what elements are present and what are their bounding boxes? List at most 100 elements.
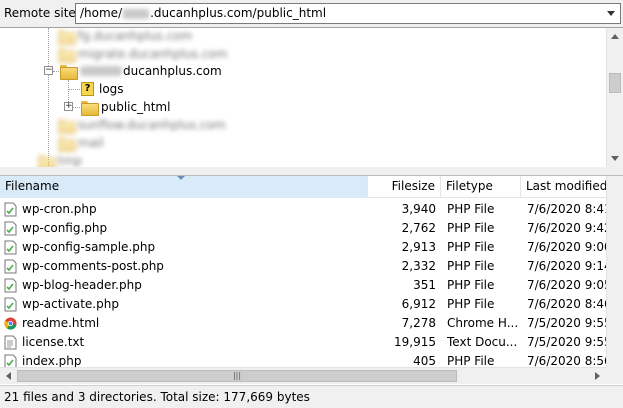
file-list-horizontal-scrollbar[interactable]: |||: [0, 367, 606, 384]
tree-item-label: logs: [99, 82, 124, 96]
pane-splitter[interactable]: [0, 167, 623, 176]
tree-vertical-scrollbar[interactable]: [606, 28, 623, 167]
folder-icon: [81, 100, 99, 116]
scrollbar-thumb[interactable]: [609, 73, 621, 93]
chevron-down-icon[interactable]: [604, 6, 618, 21]
text-file-icon: [4, 335, 17, 350]
file-name: license.txt: [22, 335, 85, 349]
tree-guide-line: [53, 71, 59, 72]
folder-icon: [58, 118, 76, 134]
remote-site-label: Remote site:: [4, 6, 80, 20]
table-row[interactable]: wp-cron.php 3,940 PHP File 7/6/2020 8:41…: [0, 200, 617, 219]
tree-item-label: public_html: [101, 100, 171, 114]
remote-path-suffix: .ducanhplus.com/public_html: [150, 6, 327, 20]
file-size: 2,332: [401, 259, 436, 273]
file-type: PHP File: [447, 202, 495, 216]
file-type: PHP File: [447, 297, 495, 311]
file-size: 2,762: [401, 221, 436, 235]
scroll-down-icon[interactable]: [607, 150, 623, 167]
column-header-filesize[interactable]: Filesize: [368, 176, 441, 198]
file-size: 351: [413, 278, 436, 292]
file-name: readme.html: [22, 316, 100, 330]
remote-path-prefix: /home/: [80, 6, 123, 20]
file-name: wp-config-sample.php: [22, 240, 156, 254]
tree-item-blurred[interactable]: mail: [58, 134, 104, 152]
file-modified: 7/6/2020 9:42:2: [527, 221, 617, 235]
tree-item-label: migrate.ducanhplus.com: [78, 47, 228, 61]
file-name: wp-config.php: [22, 221, 108, 235]
chrome-html-icon: [4, 317, 17, 330]
file-name: wp-comments-post.php: [22, 259, 164, 273]
scroll-up-icon[interactable]: [607, 28, 623, 45]
column-header-filetype[interactable]: Filetype: [441, 176, 521, 198]
php-file-icon: [4, 240, 17, 255]
file-type: PHP File: [447, 240, 495, 254]
file-size: 3,940: [401, 202, 436, 216]
file-list-header: Filename Filesize Filetype Last modified: [0, 176, 623, 198]
tree-item-blurred[interactable]: tmp: [38, 152, 82, 167]
file-type: PHP File: [447, 278, 495, 292]
tree-item-label: ducanhplus.com: [123, 64, 222, 78]
collapse-toggle[interactable]: −: [44, 66, 53, 75]
file-size: 6,912: [401, 297, 436, 311]
folder-icon: [58, 29, 76, 45]
tree-item-blurred[interactable]: migrate.ducanhplus.com: [58, 45, 227, 63]
table-row[interactable]: license.txt 19,915 Text Docu... 7/5/2020…: [0, 333, 617, 352]
file-size: 19,915: [394, 335, 436, 349]
tree-guide-line: [48, 28, 49, 167]
folder-icon: [58, 136, 76, 152]
folder-icon: [38, 154, 56, 167]
file-size: 2,913: [401, 240, 436, 254]
file-modified: 7/6/2020 8:41:2: [527, 202, 617, 216]
tree-item-label: mail: [78, 136, 104, 150]
table-row[interactable]: wp-config.php 2,762 PHP File 7/6/2020 9:…: [0, 219, 617, 238]
status-bar: 21 files and 3 directories. Total size: …: [0, 385, 623, 408]
sort-ascending-icon: [177, 176, 185, 180]
tree-item-blurred[interactable]: fg.ducanhplus.com: [58, 28, 193, 45]
table-row[interactable]: wp-comments-post.php 2,332 PHP File 7/6/…: [0, 257, 617, 276]
table-row[interactable]: wp-blog-header.php 351 PHP File 7/6/2020…: [0, 276, 617, 295]
tree-item-label: sunflow.ducanhplus.com: [78, 118, 226, 132]
folder-open-icon: [60, 64, 78, 80]
table-row[interactable]: wp-activate.php 6,912 PHP File 7/6/2020 …: [0, 295, 617, 314]
file-modified: 7/6/2020 9:00:0: [527, 240, 617, 254]
table-row[interactable]: readme.html 7,278 Chrome H... 7/5/2020 9…: [0, 314, 617, 333]
file-name: wp-blog-header.php: [22, 278, 142, 292]
php-file-icon: [4, 278, 17, 293]
file-name: wp-cron.php: [22, 202, 97, 216]
redacted-username: [123, 8, 150, 19]
tree-item-label: tmp: [58, 154, 83, 167]
file-name: wp-activate.php: [22, 297, 119, 311]
tree-item-logs[interactable]: ? logs: [81, 80, 124, 98]
scrollbar-thumb[interactable]: |||: [17, 370, 457, 382]
file-modified: 7/5/2020 9:55:4: [527, 335, 617, 349]
tree-item-label: fg.ducanhplus.com: [78, 29, 193, 43]
expand-toggle[interactable]: +: [64, 102, 73, 111]
php-file-icon: [4, 297, 17, 312]
unknown-question-icon: ?: [81, 82, 94, 96]
status-text: 21 files and 3 directories. Total size: …: [4, 390, 310, 404]
tree-item-blurred[interactable]: sunflow.ducanhplus.com: [58, 116, 226, 134]
file-list-vertical-scrollbar[interactable]: [606, 176, 623, 367]
php-file-icon: [4, 202, 17, 217]
tree-guide-line: [73, 107, 80, 108]
scroll-right-icon[interactable]: [589, 368, 606, 385]
tree-item-domain[interactable]: ducanhplus.com: [60, 62, 222, 80]
file-type: PHP File: [447, 259, 495, 273]
file-type: Chrome H...: [447, 316, 519, 330]
remote-file-list: Filename Filesize Filetype Last modified…: [0, 176, 623, 385]
table-row[interactable]: wp-config-sample.php 2,913 PHP File 7/6/…: [0, 238, 617, 257]
remote-directory-tree: fg.ducanhplus.com migrate.ducanhplus.com…: [0, 27, 623, 167]
file-rows: wp-cron.php 3,940 PHP File 7/6/2020 8:41…: [0, 200, 617, 371]
file-modified: 7/6/2020 9:05:0: [527, 278, 617, 292]
file-type: Text Docu...: [447, 335, 518, 349]
scroll-left-icon[interactable]: [0, 368, 17, 385]
folder-icon: [58, 47, 76, 63]
tree-item-public-html[interactable]: public_html: [81, 98, 170, 116]
scrollbar-corner: [606, 367, 623, 384]
php-file-icon: [4, 259, 17, 274]
remote-path-combobox[interactable]: /home/ .ducanhplus.com/public_html: [75, 3, 621, 24]
remote-path-value[interactable]: /home/ .ducanhplus.com/public_html: [80, 6, 326, 20]
file-modified: 7/6/2020 9:14:5: [527, 259, 617, 273]
file-size: 7,278: [401, 316, 436, 330]
